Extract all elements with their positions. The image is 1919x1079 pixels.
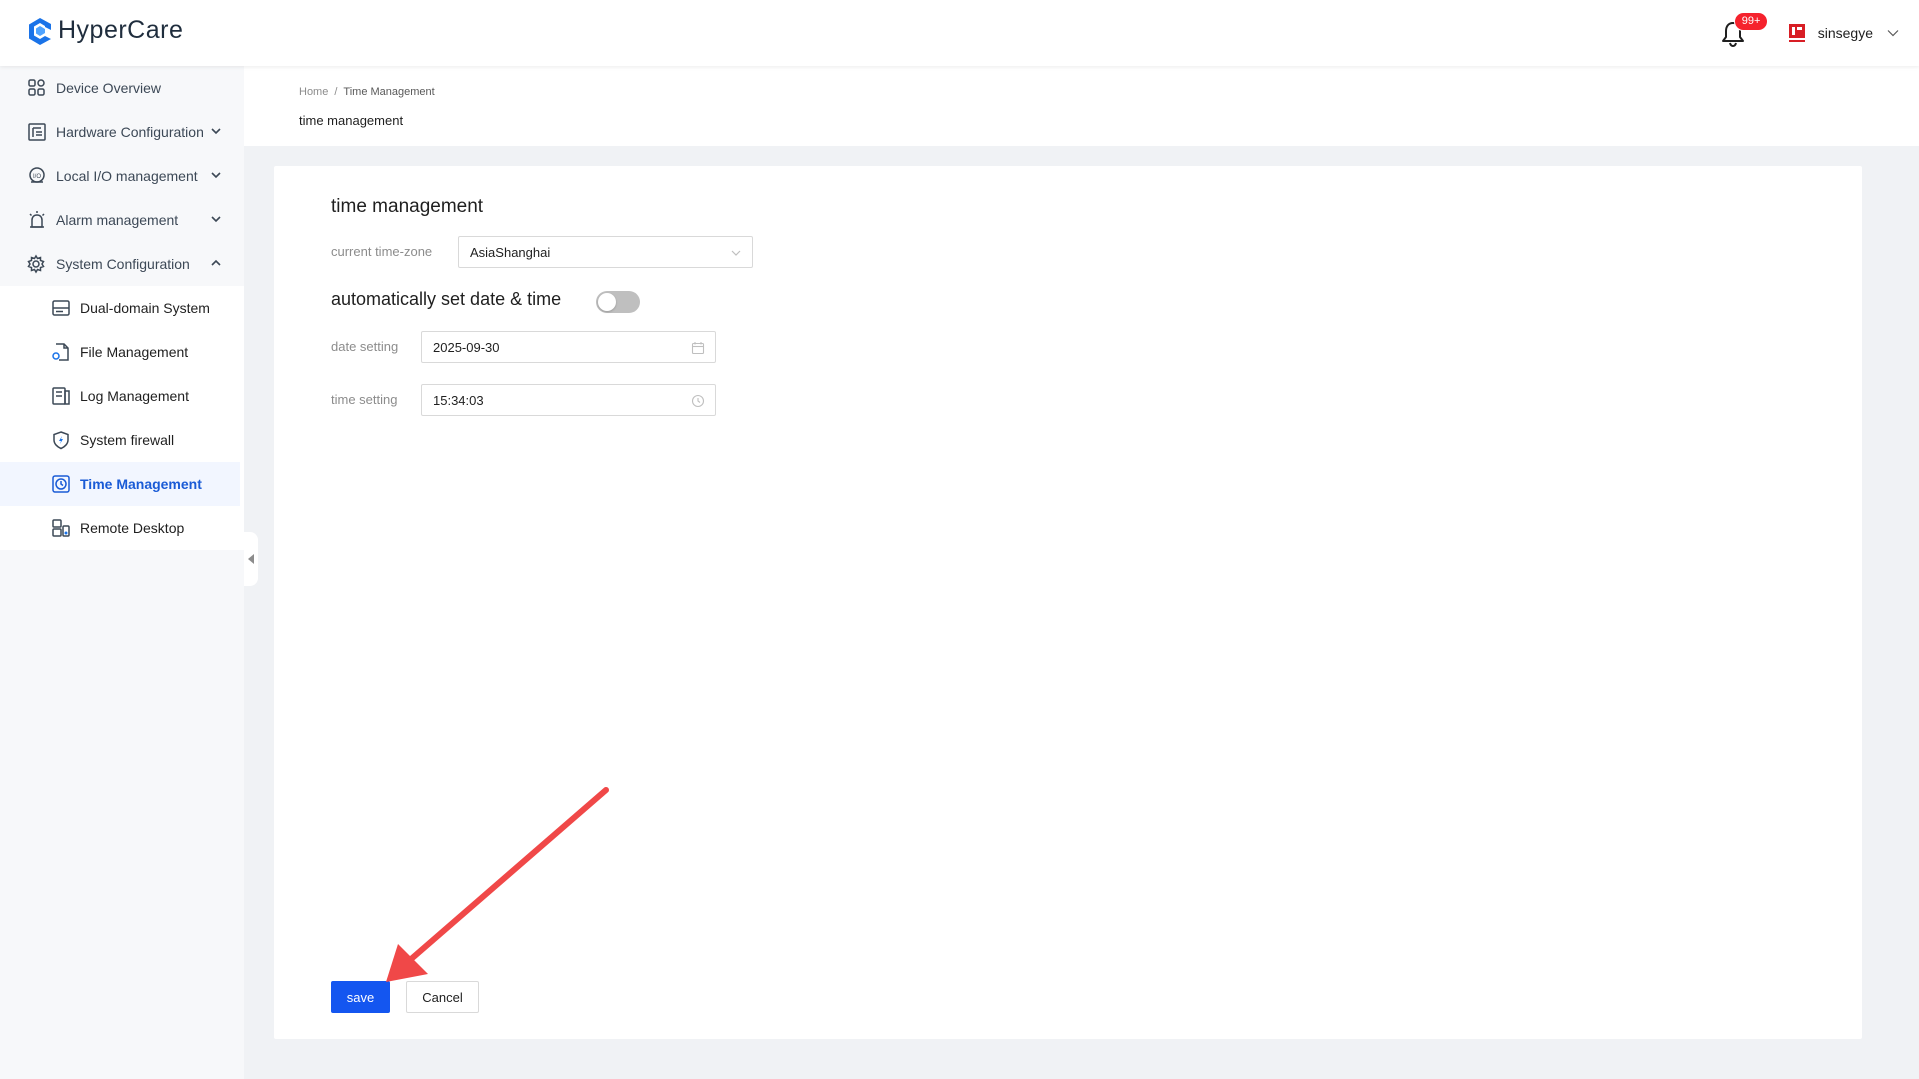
sidebar-item-dual-domain-system[interactable]: Dual-domain System bbox=[0, 286, 244, 330]
time-value: 15:34:03 bbox=[433, 392, 484, 408]
date-setting-label: date setting bbox=[331, 339, 399, 354]
sidebar-item-label: Time Management bbox=[80, 476, 202, 492]
sidebar-item-label: Log Management bbox=[80, 388, 189, 404]
sidebar-item-alarm-management[interactable]: Alarm management bbox=[0, 198, 244, 242]
dashboard-grid-icon bbox=[26, 77, 48, 99]
date-picker[interactable]: 2025-09-30 bbox=[421, 331, 716, 363]
cancel-button[interactable]: Cancel bbox=[406, 981, 479, 1013]
auto-time-label: automatically set date & time bbox=[331, 289, 562, 309]
sidebar-item-remote-desktop[interactable]: Remote Desktop bbox=[0, 506, 244, 550]
breadcrumb-separator: / bbox=[334, 86, 338, 98]
remote-desktop-icon bbox=[50, 517, 72, 539]
sidebar-item-log-management[interactable]: Log Management bbox=[0, 374, 244, 418]
sidebar-item-label: Local I/O management bbox=[56, 168, 198, 184]
sidebar-item-label: System firewall bbox=[80, 432, 175, 448]
chevron-up-icon bbox=[211, 259, 221, 266]
save-button[interactable]: save bbox=[331, 981, 390, 1013]
shield-icon bbox=[50, 429, 72, 451]
sidebar-item-label: Device Overview bbox=[56, 80, 162, 96]
timezone-select[interactable]: AsiaShanghai bbox=[458, 236, 753, 268]
toggle-knob bbox=[598, 293, 616, 311]
sidebar-item-label: File Management bbox=[80, 344, 189, 360]
collapse-arrow-icon bbox=[248, 554, 254, 564]
notification-bell[interactable]: 99+ bbox=[1720, 12, 1769, 48]
server-icon bbox=[50, 297, 72, 319]
breadcrumb-home[interactable]: Home bbox=[299, 86, 328, 98]
time-management-card: time management current time-zone AsiaSh… bbox=[274, 166, 1862, 1039]
sidebar-item-local-io-management[interactable]: I/O Local I/O management bbox=[0, 154, 244, 198]
user-avatar-icon[interactable] bbox=[1786, 22, 1808, 44]
sidebar-item-label: Remote Desktop bbox=[80, 520, 185, 536]
clock-icon bbox=[691, 394, 705, 408]
sidebar-item-file-management[interactable]: File Management bbox=[0, 330, 244, 374]
chevron-down-icon bbox=[211, 216, 221, 223]
section-title: time management bbox=[331, 196, 484, 217]
sidebar: Device Overview Hardware Configuration I… bbox=[0, 66, 244, 1079]
sidebar-item-label: Alarm management bbox=[56, 212, 179, 228]
hardware-config-icon bbox=[26, 121, 48, 143]
time-picker[interactable]: 15:34:03 bbox=[421, 384, 716, 416]
time-setting-label: time setting bbox=[331, 392, 398, 407]
auto-time-toggle[interactable] bbox=[596, 291, 640, 313]
page-header: Home / Time Management time management bbox=[244, 66, 1919, 146]
sidebar-item-system-configuration[interactable]: System Configuration bbox=[0, 242, 244, 286]
svg-text:I/O: I/O bbox=[33, 174, 41, 180]
clock-icon bbox=[50, 473, 72, 495]
page-title: time management bbox=[299, 113, 404, 128]
notification-badge: 99+ bbox=[1733, 12, 1769, 31]
timezone-value: AsiaShanghai bbox=[470, 244, 551, 260]
sidebar-item-label: Hardware Configuration bbox=[56, 124, 204, 140]
system-config-icon bbox=[26, 253, 48, 275]
username[interactable]: sinsegye bbox=[1818, 25, 1873, 41]
calendar-icon bbox=[691, 342, 705, 355]
chevron-down-icon bbox=[211, 172, 221, 179]
breadcrumb-current: Time Management bbox=[343, 86, 435, 98]
sidebar-item-system-firewall[interactable]: System firewall bbox=[0, 418, 244, 462]
date-value: 2025-09-30 bbox=[433, 339, 500, 355]
alarm-icon bbox=[26, 209, 48, 231]
timezone-label: current time-zone bbox=[331, 244, 433, 259]
sidebar-item-label: System Configuration bbox=[56, 256, 190, 272]
file-settings-icon bbox=[50, 341, 72, 363]
io-management-icon: I/O bbox=[26, 165, 48, 187]
user-menu-chevron-icon[interactable] bbox=[1887, 27, 1899, 39]
sidebar-item-time-management[interactable]: Time Management bbox=[0, 462, 240, 506]
hypercare-logo-icon bbox=[29, 17, 51, 45]
breadcrumb: Home / Time Management bbox=[299, 86, 435, 98]
log-icon bbox=[50, 385, 72, 407]
chevron-down-icon bbox=[211, 128, 221, 135]
chevron-down-icon bbox=[731, 250, 741, 256]
app-name: HyperCare bbox=[58, 16, 184, 44]
app-logo[interactable]: HyperCare bbox=[28, 16, 183, 45]
system-configuration-submenu: Dual-domain System File Management Log M… bbox=[0, 286, 244, 550]
sidebar-item-label: Dual-domain System bbox=[80, 300, 210, 316]
sidebar-item-hardware-configuration[interactable]: Hardware Configuration bbox=[0, 110, 244, 154]
sidebar-collapse-toggle[interactable] bbox=[244, 532, 258, 586]
top-header: HyperCare 99+ sinsegye bbox=[0, 0, 1919, 66]
sidebar-item-device-overview[interactable]: Device Overview bbox=[0, 66, 244, 110]
